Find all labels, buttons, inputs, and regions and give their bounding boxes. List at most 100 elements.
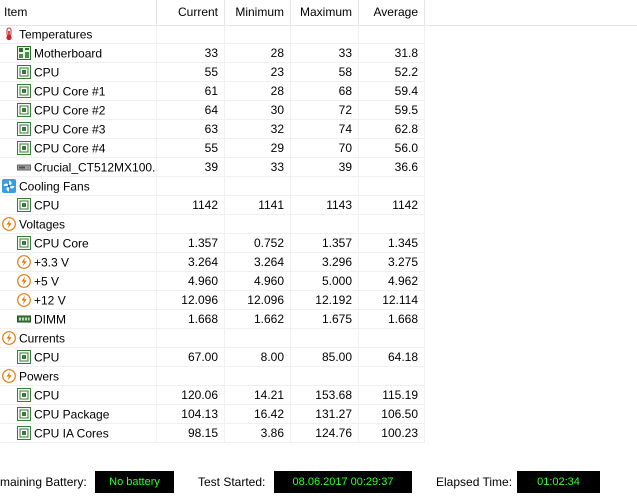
sensor-name: CPU Core: [34, 236, 89, 251]
sensor-name-cell: CPU: [0, 63, 157, 82]
maximum-value: 124.76: [291, 424, 359, 443]
sensor-row[interactable]: +5 V 4.960 4.960 5.000 4.962: [0, 272, 637, 291]
maximum-value: 33: [291, 44, 359, 63]
maximum-value: [291, 177, 359, 196]
average-value: 62.8: [359, 120, 425, 139]
sensor-name: CPU IA Cores: [34, 426, 109, 441]
average-value: 4.962: [359, 272, 425, 291]
sensor-row[interactable]: CPU Core #4 55 29 70 56.0: [0, 139, 637, 158]
average-value: [359, 215, 425, 234]
sensor-row[interactable]: +12 V 12.096 12.096 12.192 12.114: [0, 291, 637, 310]
sensor-name-cell: Motherboard: [0, 44, 157, 63]
chip-icon: [17, 349, 31, 364]
average-value: 1.345: [359, 234, 425, 253]
sensor-row[interactable]: CPU 1142 1141 1143 1142: [0, 196, 637, 215]
sensor-name: CPU: [34, 388, 60, 403]
sensor-name: DIMM: [34, 312, 66, 327]
chip-icon: [17, 406, 31, 421]
sensor-row[interactable]: CPU 55 23 58 52.2: [0, 63, 637, 82]
group-row[interactable]: Currents: [0, 329, 637, 348]
minimum-value: 1.662: [225, 310, 291, 329]
maximum-value: 12.192: [291, 291, 359, 310]
chip-icon: [17, 121, 31, 136]
lightning-icon: [2, 330, 16, 345]
sensor-row[interactable]: CPU IA Cores 98.15 3.86 124.76 100.23: [0, 424, 637, 443]
sensor-name-cell: Cooling Fans: [0, 177, 157, 196]
sensor-row[interactable]: Crucial_CT512MX100... 39 33 39 36.6: [0, 158, 637, 177]
sensor-name: Cooling Fans: [19, 179, 90, 194]
average-value: [359, 329, 425, 348]
sensor-name-cell: CPU Core #4: [0, 139, 157, 158]
minimum-value: 0.752: [225, 234, 291, 253]
minimum-value: [225, 329, 291, 348]
sensor-row[interactable]: +3.3 V 3.264 3.264 3.296 3.275: [0, 253, 637, 272]
sensor-name: CPU Core #3: [34, 122, 106, 137]
maximum-value: [291, 367, 359, 386]
maximum-value: 5.000: [291, 272, 359, 291]
average-value: 3.275: [359, 253, 425, 272]
sensor-name: Motherboard: [34, 46, 103, 61]
group-row[interactable]: Powers: [0, 367, 637, 386]
average-value: 106.50: [359, 405, 425, 424]
column-header-minimum[interactable]: Minimum: [225, 0, 291, 25]
sensor-row[interactable]: CPU Core #2 64 30 72 59.5: [0, 101, 637, 120]
sensor-name: Crucial_CT512MX100...: [34, 160, 157, 175]
column-header-maximum[interactable]: Maximum: [291, 0, 359, 25]
lightning-icon: [17, 254, 31, 269]
sensor-name-cell: CPU Core #3: [0, 120, 157, 139]
sensor-row[interactable]: CPU Core #3 63 32 74 62.8: [0, 120, 637, 139]
elapsed-time-label: Elapsed Time:: [436, 475, 513, 489]
maximum-value: 1143: [291, 196, 359, 215]
group-row[interactable]: Voltages: [0, 215, 637, 234]
maximum-value: [291, 215, 359, 234]
chip-icon: [17, 197, 31, 212]
lightning-icon: [2, 368, 16, 383]
average-value: 59.5: [359, 101, 425, 120]
sensor-name-cell: CPU Core: [0, 234, 157, 253]
group-row[interactable]: Cooling Fans: [0, 177, 637, 196]
minimum-value: 16.42: [225, 405, 291, 424]
sensor-name-cell: Currents: [0, 329, 157, 348]
sensor-name-cell: +5 V: [0, 272, 157, 291]
minimum-value: 32: [225, 120, 291, 139]
maximum-value: 68: [291, 82, 359, 101]
sensor-name: CPU Core #2: [34, 103, 106, 118]
average-value: [359, 177, 425, 196]
current-value: 67.00: [157, 348, 225, 367]
sensor-name: CPU: [34, 350, 60, 365]
group-row[interactable]: Temperatures: [0, 25, 637, 44]
chip-icon: [17, 64, 31, 79]
sensor-row[interactable]: DIMM 1.668 1.662 1.675 1.668: [0, 310, 637, 329]
average-value: [359, 367, 425, 386]
current-value: 104.13: [157, 405, 225, 424]
chip-icon: [17, 387, 31, 402]
average-value: 36.6: [359, 158, 425, 177]
maximum-value: 153.68: [291, 386, 359, 405]
sensor-row[interactable]: Motherboard 33 28 33 31.8: [0, 44, 637, 63]
sensor-row[interactable]: CPU 120.06 14.21 153.68 115.19: [0, 386, 637, 405]
lightning-icon: [17, 292, 31, 307]
sensor-row[interactable]: CPU Package 104.13 16.42 131.27 106.50: [0, 405, 637, 424]
sensor-name-cell: CPU Core #2: [0, 101, 157, 120]
average-value: 31.8: [359, 44, 425, 63]
sensor-name: CPU: [34, 65, 60, 80]
column-header-item[interactable]: Item: [0, 0, 157, 25]
maximum-value: 3.296: [291, 253, 359, 272]
minimum-value: 3.264: [225, 253, 291, 272]
sensor-row[interactable]: CPU Core #1 61 28 68 59.4: [0, 82, 637, 101]
sensor-name-cell: Powers: [0, 367, 157, 386]
column-header-current[interactable]: Current: [157, 0, 225, 25]
minimum-value: 29: [225, 139, 291, 158]
current-value: 1.357: [157, 234, 225, 253]
average-value: 12.114: [359, 291, 425, 310]
sensor-name-cell: CPU IA Cores: [0, 424, 157, 443]
minimum-value: 28: [225, 82, 291, 101]
minimum-value: 28: [225, 44, 291, 63]
sensor-row[interactable]: CPU 67.00 8.00 85.00 64.18: [0, 348, 637, 367]
column-header-average[interactable]: Average: [359, 0, 425, 25]
sensor-row[interactable]: CPU Core 1.357 0.752 1.357 1.345: [0, 234, 637, 253]
minimum-value: 30: [225, 101, 291, 120]
chip-icon: [17, 235, 31, 250]
sensor-name-cell: +12 V: [0, 291, 157, 310]
current-value: [157, 367, 225, 386]
